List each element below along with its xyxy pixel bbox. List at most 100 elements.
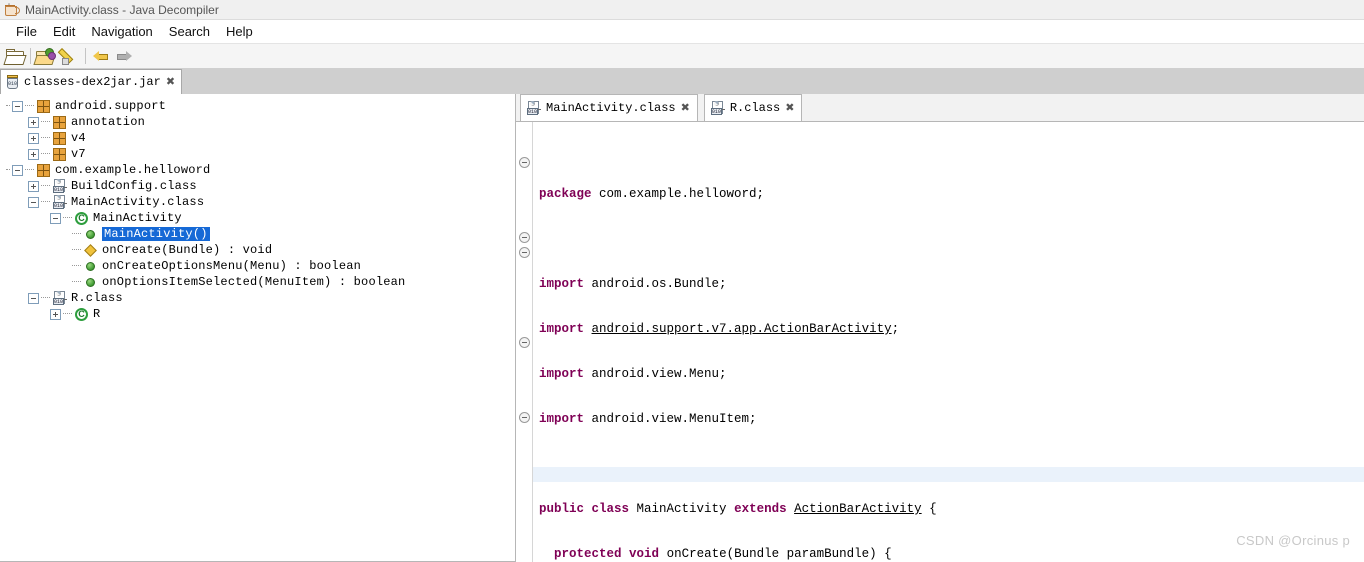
tree-guide: [41, 201, 50, 203]
menu-navigation[interactable]: Navigation: [83, 23, 160, 40]
window-title: MainActivity.class - Java Decompiler: [25, 2, 219, 17]
tree-node-label: v4: [71, 131, 86, 145]
watermark-text: CSDN @Orcinus p: [1236, 533, 1350, 548]
expand-toggle-icon[interactable]: [28, 116, 39, 128]
package-tree[interactable]: android.support annotation v4 v7 com.exa…: [0, 94, 515, 322]
code-line: import android.view.Menu;: [539, 367, 727, 381]
fold-marker-icon[interactable]: [519, 247, 530, 258]
code-line: import android.view.MenuItem;: [539, 412, 757, 426]
menu-search[interactable]: Search: [161, 23, 218, 40]
expand-toggle-icon[interactable]: [28, 180, 39, 192]
class-icon: [74, 211, 89, 225]
fold-marker-icon[interactable]: [519, 232, 530, 243]
tree-node-v7[interactable]: v7: [6, 146, 515, 162]
tree-node-label: onCreate(Bundle) : void: [102, 243, 273, 257]
collapse-toggle-icon[interactable]: [12, 164, 23, 176]
fold-gutter[interactable]: [516, 122, 533, 562]
collapse-toggle-icon[interactable]: [12, 100, 23, 112]
jar-tab-label: classes-dex2jar.jar: [24, 75, 161, 89]
open-type-icon[interactable]: [33, 45, 57, 67]
collapse-toggle-icon[interactable]: [50, 212, 61, 224]
tree-guide: [41, 185, 50, 187]
editor-tab-label: MainActivity.class: [546, 101, 676, 115]
tree-node-r-class[interactable]: R.class: [6, 290, 515, 306]
code-line: package com.example.helloword;: [539, 187, 765, 201]
tree-node-label: MainActivity(): [102, 227, 210, 241]
tree-guide: [63, 313, 72, 315]
tree-node-onoptionsitemselected[interactable]: onOptionsItemSelected(MenuItem) : boolea…: [6, 274, 515, 290]
java-cup-icon: [4, 2, 20, 17]
tree-node-buildconfig-class[interactable]: BuildConfig.class: [6, 178, 515, 194]
collapse-toggle-icon[interactable]: [28, 196, 39, 208]
toolbar-separator: [85, 48, 86, 64]
close-icon[interactable]: ✖: [785, 102, 794, 114]
toolbar: [0, 43, 1364, 69]
tree-guide: [72, 265, 81, 267]
editor-body[interactable]: package com.example.helloword; import an…: [516, 122, 1364, 562]
classfile-icon: [526, 101, 541, 116]
tree-node-mainactivity-class[interactable]: MainActivity.class: [6, 194, 515, 210]
package-icon: [36, 163, 51, 177]
collapse-toggle-icon[interactable]: [28, 292, 39, 304]
menu-help[interactable]: Help: [218, 23, 261, 40]
window-titlebar: MainActivity.class - Java Decompiler: [0, 0, 1364, 20]
tree-node-android-support[interactable]: android.support: [6, 98, 515, 114]
tree-node-com-example-helloword[interactable]: com.example.helloword: [6, 162, 515, 178]
tree-guide: [41, 153, 50, 155]
tree-node-mainactivity-type[interactable]: MainActivity: [6, 210, 515, 226]
forward-arrow-icon[interactable]: [114, 45, 136, 67]
tree-node-label: annotation: [71, 115, 146, 129]
tree-guide: [72, 249, 81, 251]
package-tree-panel[interactable]: android.support annotation v4 v7 com.exa…: [0, 94, 516, 562]
tree-node-annotation[interactable]: annotation: [6, 114, 515, 130]
brush-icon[interactable]: [57, 45, 81, 67]
tree-node-oncreateoptionsmenu[interactable]: onCreateOptionsMenu(Menu) : boolean: [6, 258, 515, 274]
classfile-icon: [52, 179, 67, 194]
main-split: android.support annotation v4 v7 com.exa…: [0, 94, 1364, 562]
editor-tabstrip: MainActivity.class ✖ R.class ✖: [516, 94, 1364, 122]
tree-guide: [72, 233, 81, 235]
open-file-icon[interactable]: [3, 45, 27, 67]
code-line: public class MainActivity extends Action…: [539, 502, 937, 516]
jar-tab-classes-dex2jar[interactable]: classes-dex2jar.jar ✖: [0, 69, 183, 94]
tree-node-mainactivity-constructor[interactable]: MainActivity(): [6, 226, 515, 242]
editor-tab-mainactivity[interactable]: MainActivity.class ✖: [520, 94, 698, 121]
tree-node-label: v7: [71, 147, 86, 161]
code-line: protected void onCreate(Bundle paramBund…: [554, 547, 892, 561]
classfile-icon: [52, 195, 67, 210]
source-code-view[interactable]: package com.example.helloword; import an…: [533, 122, 1364, 562]
expand-toggle-icon[interactable]: [28, 132, 39, 144]
classfile-icon: [52, 291, 67, 306]
package-icon: [52, 115, 67, 129]
close-icon[interactable]: ✖: [681, 102, 690, 114]
menu-file[interactable]: File: [8, 23, 45, 40]
method-public-icon: [83, 261, 98, 271]
back-arrow-icon[interactable]: [90, 45, 112, 67]
tree-guide: [41, 137, 50, 139]
code-line: import android.os.Bundle;: [539, 277, 727, 291]
tree-node-r-type[interactable]: R: [6, 306, 515, 322]
menu-edit[interactable]: Edit: [45, 23, 83, 40]
tree-guide: [41, 121, 50, 123]
close-icon[interactable]: ✖: [166, 76, 175, 88]
tree-node-label: onCreateOptionsMenu(Menu) : boolean: [102, 259, 362, 273]
tree-node-v4[interactable]: v4: [6, 130, 515, 146]
tree-node-label: MainActivity: [93, 211, 182, 225]
method-protected-icon: [83, 243, 98, 257]
editor-tab-r-class[interactable]: R.class ✖: [703, 94, 803, 121]
tree-guide: [63, 217, 72, 219]
package-icon: [36, 99, 51, 113]
tree-guide: [72, 281, 81, 283]
tree-node-label: R.class: [71, 291, 123, 305]
fold-marker-icon[interactable]: [519, 412, 530, 423]
tree-guide: [25, 105, 34, 107]
expand-toggle-icon[interactable]: [50, 308, 61, 320]
fold-marker-icon[interactable]: [519, 337, 530, 348]
tree-guide: [41, 297, 50, 299]
fold-marker-icon[interactable]: [519, 157, 530, 168]
current-line-highlight: [533, 467, 1364, 482]
expand-toggle-icon[interactable]: [28, 148, 39, 160]
menubar: File Edit Navigation Search Help: [0, 20, 1364, 43]
tree-node-oncreate[interactable]: onCreate(Bundle) : void: [6, 242, 515, 258]
